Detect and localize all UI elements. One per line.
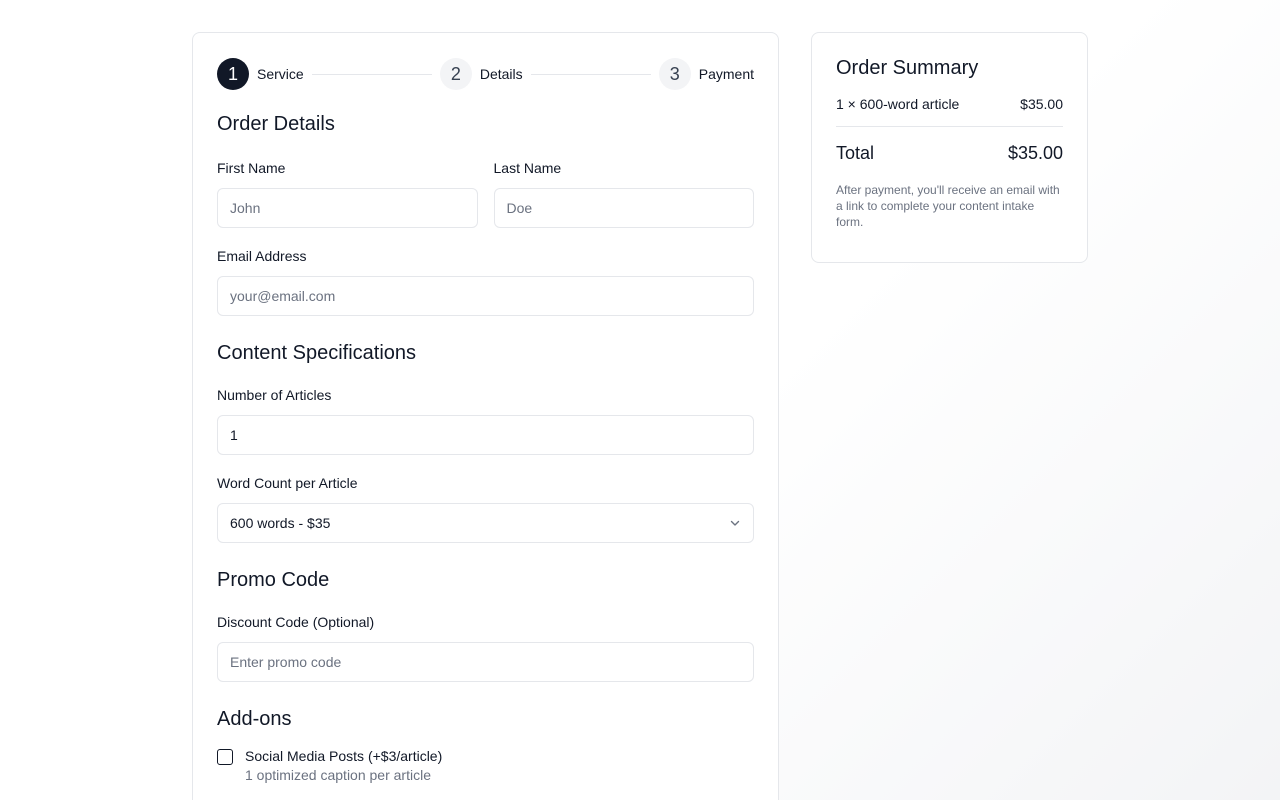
email-input[interactable] — [217, 276, 754, 316]
articles-field: Number of Articles — [217, 385, 754, 455]
social-media-checkbox[interactable] — [217, 749, 233, 765]
summary-total: Total $35.00 — [836, 143, 1063, 164]
total-value: $35.00 — [1007, 143, 1063, 163]
discount-field: Discount Code (Optional) — [217, 612, 754, 682]
articles-label: Number of Articles — [217, 387, 332, 403]
last-name-field: Last Name — [493, 158, 754, 228]
addon-description: 1 optimized caption per article — [245, 767, 431, 783]
addons-heading: Add-ons — [217, 708, 292, 730]
promo-heading: Promo Code — [217, 569, 330, 591]
name-row: First Name Last Name — [217, 158, 754, 228]
summary-note: After payment, you'll receive an email w… — [836, 183, 1060, 229]
step-label: Service — [257, 66, 304, 82]
articles-input[interactable] — [217, 415, 754, 455]
first-name-label: First Name — [217, 160, 286, 176]
step-connector — [530, 73, 651, 75]
word-count-value: 600 words - $35 — [230, 515, 331, 531]
line-item-price: $35.00 — [1020, 96, 1063, 112]
first-name-field: First Name — [217, 158, 478, 228]
step-label: Details — [479, 66, 523, 82]
chevron-down-icon — [730, 520, 740, 526]
first-name-input[interactable] — [217, 188, 478, 228]
last-name-label: Last Name — [493, 160, 562, 176]
addon-text: Social Media Posts (+$3/article) 1 optim… — [245, 748, 442, 783]
order-summary-card: Order Summary 1 × 600-word article $35.0… — [811, 32, 1088, 263]
content-specs-heading: Content Specifications — [217, 342, 417, 364]
step-number: 2 — [439, 58, 472, 90]
word-count-field: Word Count per Article 600 words - $35 — [217, 473, 754, 543]
addon-label[interactable]: Social Media Posts (+$3/article) — [245, 748, 442, 764]
line-item-label: 1 × 600-word article — [836, 96, 960, 112]
discount-input[interactable] — [217, 642, 754, 682]
step-indicator: 1 Service 2 Details 3 Payment — [217, 57, 754, 91]
summary-title: Order Summary — [836, 57, 979, 79]
email-field: Email Address — [217, 246, 754, 316]
word-count-label: Word Count per Article — [217, 475, 358, 491]
summary-line-item: 1 × 600-word article $35.00 — [836, 96, 1063, 112]
step-number: 3 — [658, 58, 691, 90]
last-name-input[interactable] — [493, 188, 754, 228]
step-details[interactable]: 2 Details — [439, 58, 523, 90]
step-label: Payment — [698, 66, 755, 82]
step-service[interactable]: 1 Service — [217, 58, 304, 90]
email-label: Email Address — [217, 248, 307, 264]
page-title: Order Details — [217, 113, 335, 135]
discount-label: Discount Code (Optional) — [217, 614, 375, 630]
step-number: 1 — [217, 58, 249, 90]
summary-divider — [836, 126, 1063, 127]
word-count-select[interactable]: 600 words - $35 — [217, 503, 754, 543]
step-payment[interactable]: 3 Payment — [658, 58, 755, 90]
order-form-card: 1 Service 2 Details 3 Payment Order Deta… — [192, 32, 779, 800]
addon-social-media: Social Media Posts (+$3/article) 1 optim… — [217, 748, 754, 783]
total-label: Total — [836, 143, 875, 163]
step-connector — [311, 73, 432, 75]
